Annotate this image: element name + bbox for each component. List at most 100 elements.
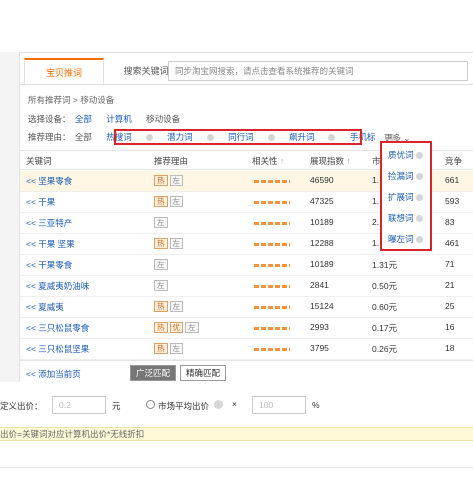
device-option-mobile[interactable]: 移动设备: [146, 112, 180, 126]
competition-value: 18: [445, 343, 455, 353]
reason-tags: 热左: [154, 238, 185, 249]
relevance-bar: [254, 180, 290, 183]
keyword-tool-window: 宝贝推词 搜索关键词 同步淘宝网搜索，请点击查看系统推荐的关键词 所有推荐词 >…: [0, 0, 473, 477]
keyword-link[interactable]: << 三只松鼠坚果: [26, 343, 89, 355]
keyword-link[interactable]: << 干果 坚果: [26, 238, 75, 250]
device-option-computer[interactable]: 计算机: [106, 112, 132, 126]
table-row[interactable]: << 三只松鼠坚果 热左 3795 0.26元 18: [20, 339, 473, 360]
bid-label: 定义出价：: [0, 401, 43, 411]
reason-tags: 热左: [154, 196, 185, 207]
competition-value: 71: [445, 259, 455, 269]
market-avg-label: 市场平均出价: [158, 401, 210, 411]
header-relevance[interactable]: 相关性 ↑: [252, 155, 284, 167]
reason-tag: 左: [154, 217, 168, 228]
device-option-all[interactable]: 全部: [75, 112, 92, 126]
add-current-page-link[interactable]: << 添加当前页: [26, 368, 81, 380]
market-price-value: 0.60元: [372, 302, 398, 312]
keyword-link[interactable]: << 三亚特产: [26, 217, 72, 229]
market-price-value: 0.50元: [372, 281, 398, 291]
relevance-bar: [254, 327, 290, 330]
percent-input[interactable]: 100: [252, 396, 306, 414]
table-footer: << 添加当前页 广泛匹配 精确匹配: [20, 360, 473, 384]
highlight-box-reasons: [114, 129, 362, 145]
competition-value: 661: [445, 175, 460, 185]
keyword-link[interactable]: << 夏威夷奶油味: [26, 280, 89, 292]
keyword-link[interactable]: << 夏威夷: [26, 301, 64, 313]
reason-tag: 热: [154, 343, 168, 354]
relevance-bar: [254, 285, 290, 288]
impressions-value: 46590: [310, 175, 334, 185]
table-row[interactable]: << 夏威夷 热左 15124 0.60元 25: [20, 297, 473, 318]
exact-match-button[interactable]: 精确匹配: [180, 365, 227, 381]
reason-tags: 左: [154, 259, 170, 270]
keyword-link[interactable]: << 坚果零食: [26, 175, 72, 187]
help-dot-icon: [415, 215, 423, 222]
relevance-bar: [254, 222, 290, 225]
relevance-bar: [254, 243, 290, 246]
market-price-value: 0.26元: [372, 344, 398, 354]
reason-tag: 优: [169, 322, 183, 333]
relevance-bar: [254, 264, 290, 267]
competition-value: 21: [445, 280, 455, 290]
bid-formula-notice: 出价=关键词对应计算机出价*无线折扣: [0, 427, 473, 441]
breadcrumb-current: 移动设备: [80, 95, 115, 105]
table-row[interactable]: << 干果零食 左 10189 1.31元 71: [20, 255, 473, 276]
relevance-bar: [254, 201, 290, 204]
header-reason: 推荐理由: [154, 156, 189, 166]
header-impressions[interactable]: 展现指数 ↑: [310, 155, 351, 167]
dropdown-item-quality-label: 质优词: [388, 150, 414, 160]
reason-tag: 左: [169, 238, 183, 249]
reason-tag: 左: [169, 343, 183, 354]
relevance-bar: [254, 348, 290, 351]
search-hint-field[interactable]: 同步淘宝网搜索，请点击查看系统推荐的关键词: [168, 61, 468, 81]
reason-tag: 左: [169, 175, 183, 186]
impressions-value: 12288: [310, 238, 334, 248]
impressions-value: 47325: [310, 196, 334, 206]
reason-tag: 左: [185, 322, 199, 333]
tab-item-recommend[interactable]: 宝贝推词: [24, 58, 104, 84]
table-row[interactable]: << 夏威夷奶油味 左 2841 0.50元 21: [20, 276, 473, 297]
relevance-bar: [254, 306, 290, 309]
impressions-value: 10189: [310, 217, 334, 227]
market-price-value: 1.: [372, 175, 380, 185]
dropdown-item-associate[interactable]: 联想词: [388, 212, 423, 224]
breadcrumb-root[interactable]: 所有推荐词 >: [28, 95, 78, 105]
bid-unit: 元: [112, 401, 121, 411]
more-reasons-dropdown: 质优词 捡漏词 扩展词 联想词 曝左词: [380, 141, 432, 251]
reason-tag: 热: [154, 322, 168, 333]
reason-tags: 热左: [154, 343, 185, 354]
tab-bar: 宝贝推词 搜索关键词 同步淘宝网搜索，请点击查看系统推荐的关键词: [20, 53, 473, 85]
keyword-link[interactable]: << 干果: [26, 196, 55, 208]
bid-settings-row: 定义出价： 0.2 元 市场平均出价 × 100 %: [0, 395, 473, 417]
help-dot-icon: [415, 236, 423, 243]
reason-tags: 热左: [154, 175, 185, 186]
keyword-link[interactable]: << 三只松鼠零食: [26, 322, 89, 334]
table-row[interactable]: << 三只松鼠零食 热优左 2993 0.17元 16: [20, 318, 473, 339]
reason-tag: 左: [154, 280, 168, 291]
help-dot-icon: [415, 194, 423, 201]
market-avg-radio[interactable]: [146, 400, 155, 409]
reason-label: 推荐理由：: [28, 132, 71, 142]
dropdown-item-quality[interactable]: 质优词: [388, 149, 423, 161]
keyword-link[interactable]: << 干果零食: [26, 259, 72, 271]
device-label: 选择设备：: [28, 114, 71, 124]
sort-arrow-icon: ↑: [346, 156, 351, 166]
reason-tag: 热: [154, 196, 168, 207]
dropdown-item-exposure[interactable]: 曝左词: [388, 233, 423, 245]
reason-tag: 左: [169, 196, 183, 207]
reason-option-all[interactable]: 全部: [75, 130, 92, 144]
dropdown-item-bargain[interactable]: 捡漏词: [388, 170, 423, 182]
competition-value: 16: [445, 322, 455, 332]
breadcrumb: 所有推荐词 > 移动设备: [28, 94, 114, 106]
reason-tag: 热: [154, 175, 168, 186]
bid-input[interactable]: 0.2: [52, 396, 106, 414]
percent-unit: %: [312, 400, 320, 410]
reason-tag: 左: [154, 259, 168, 270]
impressions-value: 2841: [310, 280, 329, 290]
header-competition[interactable]: 竞争: [445, 155, 462, 167]
impressions-value: 10189: [310, 259, 334, 269]
dropdown-item-extend[interactable]: 扩展词: [388, 191, 423, 203]
dropdown-item-associate-label: 联想词: [388, 213, 414, 223]
broad-match-button[interactable]: 广泛匹配: [130, 365, 177, 381]
reason-tags: 热左: [154, 301, 185, 312]
